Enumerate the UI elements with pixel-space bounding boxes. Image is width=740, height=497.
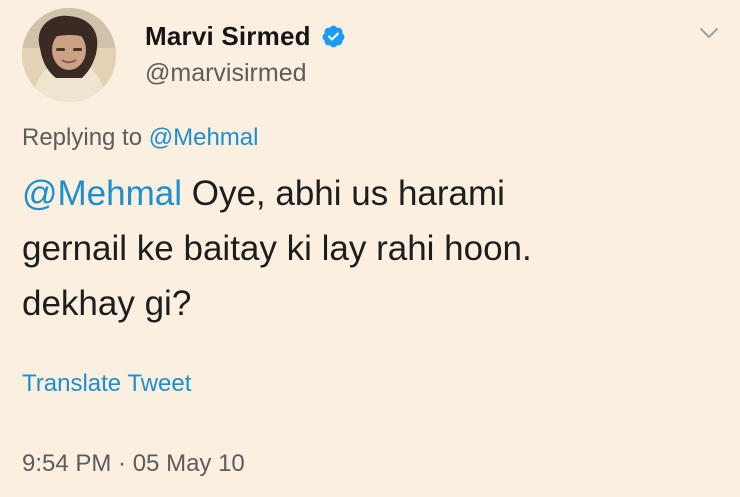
display-name[interactable]: Marvi Sirmed — [145, 21, 311, 52]
translate-tweet-link[interactable]: Translate Tweet — [22, 370, 191, 398]
avatar[interactable] — [22, 8, 116, 102]
avatar-image — [22, 8, 116, 102]
tweet-text-line-2: gernail ke baitay ki lay rahi hoon. — [22, 229, 532, 268]
tweet-text: @Mehmal Oye, abhi us harami gernail ke b… — [22, 166, 712, 331]
author-handle[interactable]: @marvisirmed — [145, 59, 307, 88]
tweet-timestamp[interactable]: 9:54 PM · 05 May 10 — [22, 450, 245, 478]
replying-to-mention[interactable]: @Mehmal — [149, 124, 259, 151]
verified-badge-icon — [321, 24, 346, 49]
tweet-text-line-1: @Mehmal Oye, abhi us harami — [22, 166, 712, 221]
tweet-mention[interactable]: @Mehmal — [22, 174, 182, 213]
tweet-card: Marvi Sirmed @marvisirmed Replying to @M… — [0, 0, 740, 497]
chevron-down-icon[interactable] — [697, 22, 721, 44]
tweet-text-line-3: dekhay gi? — [22, 284, 192, 323]
author-name-row: Marvi Sirmed — [145, 18, 346, 54]
tweet-text-line-1-rest: Oye, abhi us harami — [182, 174, 505, 213]
replying-to-label: Replying to — [22, 124, 149, 151]
replying-to-line: Replying to @Mehmal — [22, 124, 258, 152]
